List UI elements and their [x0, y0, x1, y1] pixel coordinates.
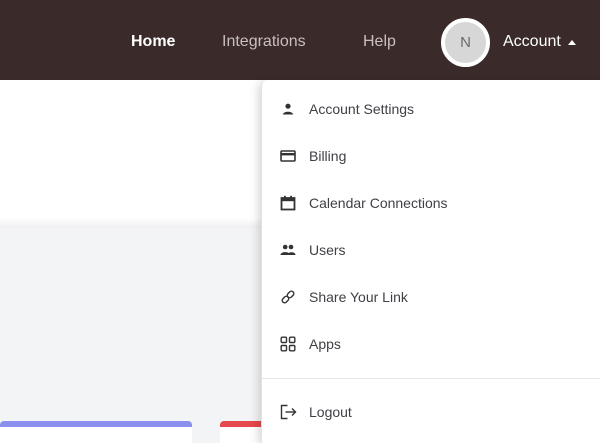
menu-item-label: Billing — [309, 148, 347, 164]
account-dropdown-menu: Account Settings Billing Calendar Connec… — [261, 80, 600, 443]
menu-item-users[interactable]: Users — [262, 230, 600, 270]
menu-item-label: Logout — [309, 404, 352, 420]
menu-item-share-your-link[interactable]: Share Your Link — [262, 277, 600, 317]
account-menu-toggle[interactable]: Account — [503, 33, 576, 51]
apps-grid-icon — [279, 335, 297, 353]
menu-item-apps[interactable]: Apps — [262, 324, 600, 364]
credit-card-icon — [279, 147, 297, 165]
top-navigation-bar: Home Integrations Help N Account — [0, 0, 600, 80]
menu-item-label: Calendar Connections — [309, 195, 448, 211]
menu-item-label: Apps — [309, 336, 341, 352]
nav-help-link[interactable]: Help — [363, 33, 396, 51]
menu-item-label: Account Settings — [309, 101, 415, 117]
menu-item-logout[interactable]: Logout — [262, 392, 600, 432]
nav-integrations-link[interactable]: Integrations — [222, 33, 306, 51]
logout-icon — [279, 403, 297, 421]
menu-item-calendar-connections[interactable]: Calendar Connections — [262, 183, 600, 223]
menu-item-account-settings[interactable]: Account Settings — [262, 89, 600, 129]
menu-item-label: Users — [309, 242, 346, 258]
nav-home-link[interactable]: Home — [131, 33, 175, 51]
menu-item-billing[interactable]: Billing — [262, 136, 600, 176]
user-avatar[interactable]: N — [441, 18, 490, 67]
person-icon — [279, 100, 297, 118]
users-icon — [279, 241, 297, 259]
event-card-blue[interactable] — [0, 421, 192, 443]
calendar-icon — [279, 194, 297, 212]
menu-divider — [262, 378, 600, 379]
link-icon — [279, 288, 297, 306]
avatar-initial: N — [460, 34, 471, 51]
account-label: Account — [503, 33, 561, 50]
menu-item-label: Share Your Link — [309, 289, 408, 305]
caret-up-icon — [567, 39, 576, 45]
